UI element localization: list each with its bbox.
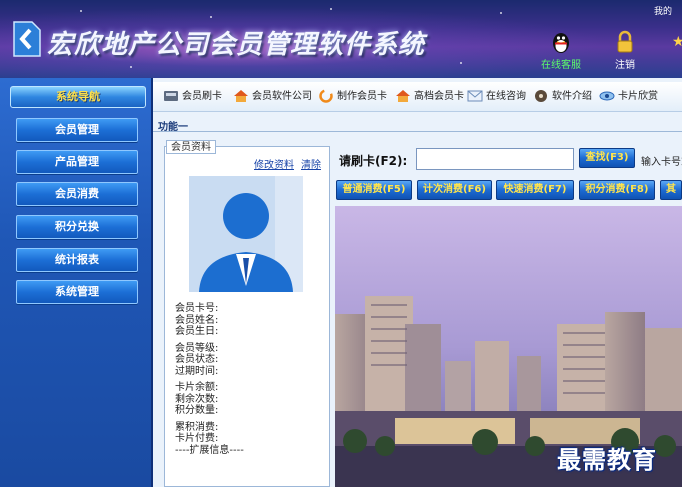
toolbar-label: 会员软件公司 (252, 91, 312, 102)
sidebar: 系统导航 会员管理 产品管理 会员消费 积分兑换 统计报表 系统管理 (0, 78, 153, 487)
field-card-fee: 卡片付费: (175, 433, 219, 444)
house-icon (234, 90, 248, 102)
points-consume-button[interactable]: 积分消费(F8) (579, 180, 655, 200)
online-service-label: 在线客服 (541, 60, 581, 71)
logout-label: 注销 (615, 60, 635, 71)
card-input-hint: 输入卡号或 (641, 157, 682, 168)
field-points: 积分数量: (175, 405, 219, 416)
card-reader-icon (164, 91, 178, 101)
sidebar-item-points-exchange[interactable]: 积分兑换 (16, 215, 138, 239)
quick-consume-button[interactable]: 快速消费(F7) (496, 180, 574, 200)
toolbar-premium-member-card[interactable]: 高档会员卡 (395, 88, 464, 106)
field-remaining-times: 剩余次数: (175, 393, 219, 405)
field-card-number: 会员卡号: (175, 303, 219, 314)
toolbar-label: 在线咨询 (486, 91, 526, 102)
clear-link[interactable]: 清除 (301, 156, 321, 171)
more-consume-button[interactable]: 其 (660, 180, 682, 200)
card-number-input[interactable] (416, 148, 574, 170)
field-extended-info: ----扩展信息---- (175, 444, 244, 456)
main-content: 会员刷卡 会员软件公司 制作会员卡 高档会员卡 在线咨询 软件介绍 卡片欣赏 功… (153, 78, 682, 487)
sidebar-heading: 系统导航 (10, 86, 146, 108)
field-member-name: 会员姓名: (175, 314, 219, 326)
toolbar-online-consult[interactable]: 在线咨询 (467, 88, 526, 106)
toolbar-label: 高档会员卡 (414, 91, 464, 102)
field-member-status: 会员状态: (175, 354, 219, 365)
field-accumulated-spend: 累积消费: (175, 421, 219, 433)
refresh-icon (319, 89, 333, 103)
toolbar-software-intro[interactable]: 软件介绍 (533, 88, 592, 106)
logout-button[interactable]: 注销 (600, 30, 650, 71)
star-decoration (460, 62, 462, 64)
field-expire-time: 过期时间: (175, 365, 219, 377)
star-decoration (500, 12, 502, 14)
star-icon[interactable]: ★ (672, 34, 682, 50)
divider (153, 131, 682, 132)
field-card-balance: 卡片余额: (175, 382, 219, 393)
sidebar-item-member-consumption[interactable]: 会员消费 (16, 182, 138, 206)
eye-icon (599, 91, 615, 101)
member-fields: 会员卡号: 会员姓名: 会员生日: 会员等级: 会员状态: 过期时间: 卡片余额… (175, 303, 244, 456)
qq-penguin-icon (553, 33, 569, 53)
toolbar-label: 软件介绍 (552, 91, 592, 102)
swipe-card-label: 请刷卡(F2): (339, 154, 408, 168)
lock-icon (617, 30, 633, 53)
person-silhouette-icon (189, 176, 303, 292)
app-logo-icon (13, 21, 41, 57)
sidebar-item-system-management[interactable]: 系统管理 (16, 280, 138, 304)
mail-icon (467, 90, 483, 102)
app-title: 宏欣地产公司会员管理软件系统 (47, 30, 426, 60)
member-avatar (189, 176, 303, 292)
toolbar-member-swipe[interactable]: 会员刷卡 (163, 88, 222, 106)
disc-icon (535, 90, 547, 102)
star-decoration (130, 66, 132, 68)
star-decoration (210, 16, 212, 18)
sidebar-item-statistics-report[interactable]: 统计报表 (16, 248, 138, 272)
user-greeting: 我的 (654, 7, 673, 17)
house-icon (396, 90, 410, 102)
star-decoration (330, 8, 332, 10)
watermark-text: 最需教育 (557, 445, 657, 474)
toolbar-member-software-company[interactable]: 会员软件公司 (233, 88, 312, 106)
toolbar: 会员刷卡 会员软件公司 制作会员卡 高档会员卡 在线咨询 软件介绍 卡片欣赏 (153, 82, 682, 112)
normal-consume-button[interactable]: 普通消费(F5) (336, 180, 412, 200)
toolbar-make-member-card[interactable]: 制作会员卡 (318, 88, 387, 106)
field-member-birthday: 会员生日: (175, 326, 219, 337)
star-decoration (80, 10, 82, 12)
toolbar-card-gallery[interactable]: 卡片欣赏 (599, 88, 658, 106)
sidebar-item-member-management[interactable]: 会员管理 (16, 118, 138, 142)
toolbar-label: 制作会员卡 (337, 91, 387, 102)
sidebar-item-product-management[interactable]: 产品管理 (16, 150, 138, 174)
member-info-legend: 会员资料 (166, 140, 216, 154)
search-button[interactable]: 查找(F3) (579, 148, 635, 168)
field-member-level: 会员等级: (175, 342, 219, 354)
app-header: 宏欣地产公司会员管理软件系统 我的 在线客服 注销 ★ (0, 0, 682, 78)
toolbar-label: 会员刷卡 (182, 91, 222, 102)
toolbar-label: 卡片欣赏 (618, 91, 658, 102)
online-service-button[interactable]: 在线客服 (536, 30, 586, 71)
count-consume-button[interactable]: 计次消费(F6) (417, 180, 492, 200)
edit-info-link[interactable]: 修改资料 (254, 156, 294, 171)
